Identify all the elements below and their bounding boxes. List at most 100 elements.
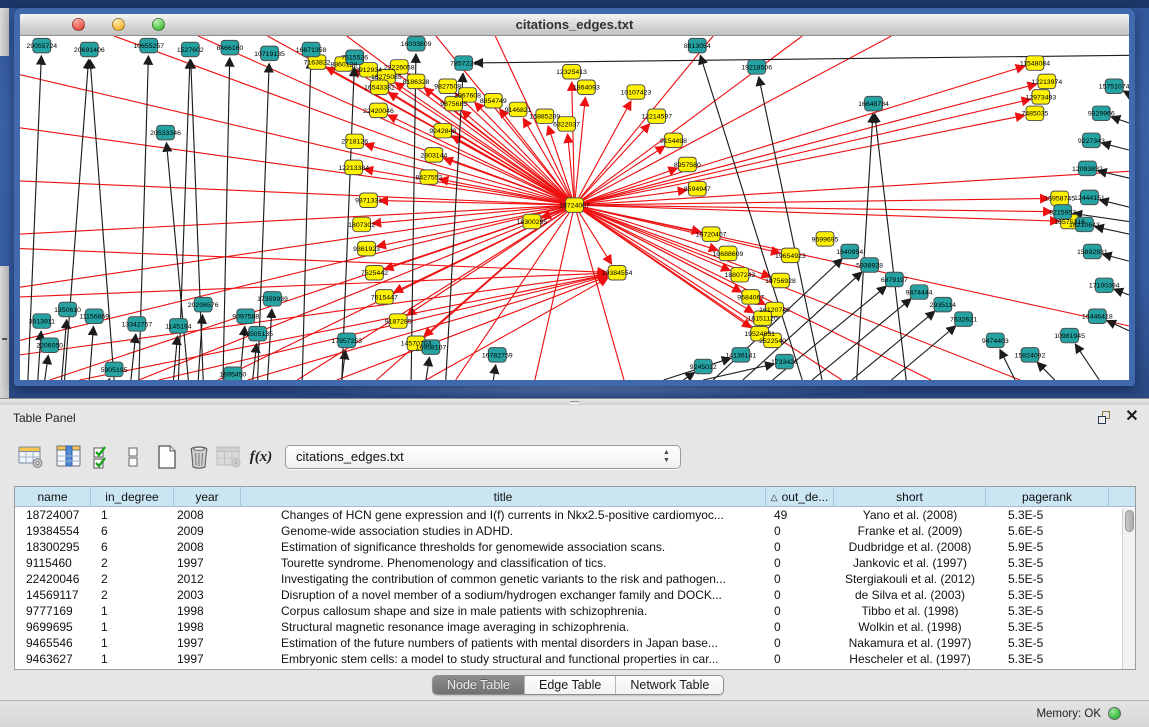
citation-edge-black[interactable] <box>45 355 49 380</box>
citation-edge-black[interactable] <box>1123 91 1129 94</box>
citation-edge-red[interactable] <box>575 205 1021 380</box>
citation-edge-black[interactable] <box>812 299 911 380</box>
column-header-pagerank[interactable]: pagerank <box>986 487 1109 507</box>
table-settings-button[interactable] <box>16 442 46 472</box>
memory-status-icon[interactable] <box>1108 707 1121 720</box>
network-node-label: 7163822 <box>304 60 331 67</box>
network-canvas[interactable]: 1872400718300295193845547163822886012889… <box>20 36 1129 380</box>
citation-edge-black[interactable] <box>166 143 188 380</box>
cell-name: 22420046 <box>15 571 91 587</box>
select-column-button[interactable] <box>54 442 84 472</box>
column-header-label: name <box>37 490 67 504</box>
tab-edge-table[interactable]: Edge Table <box>525 676 616 695</box>
column-header-title[interactable]: title <box>241 487 766 507</box>
column-header-in_degree[interactable]: in_degree <box>91 487 174 507</box>
network-node-label: 10688609 <box>713 251 744 258</box>
network-node-label: 9242848 <box>429 128 456 135</box>
close-panel-icon[interactable]: ✕ <box>1124 409 1140 425</box>
table-row[interactable]: 1830029562008Estimation of significance … <box>15 539 1135 555</box>
column-header-out_degree[interactable]: △out_de... <box>766 487 834 507</box>
citation-edge-black[interactable] <box>90 60 114 380</box>
citation-edge-black[interactable] <box>1114 289 1129 295</box>
float-panel-icon[interactable] <box>1098 411 1113 425</box>
network-window-title: citations_edges.txt <box>20 17 1129 32</box>
table-row[interactable]: 946554611997Estimation of the future num… <box>15 635 1135 651</box>
tab-network-table[interactable]: Network Table <box>616 676 723 695</box>
network-window-titlebar[interactable]: citations_edges.txt <box>20 14 1129 36</box>
citation-edge-black[interactable] <box>493 365 495 380</box>
cell-name: 18300295 <box>15 539 91 555</box>
network-node-label: 5905195 <box>101 367 128 374</box>
citation-edge-red[interactable] <box>575 84 1037 205</box>
citation-edge-black[interactable] <box>852 311 935 380</box>
table-row[interactable]: 969969511998Structural magnetic resonanc… <box>15 619 1135 635</box>
panel-splitter[interactable] <box>0 398 1149 405</box>
citation-edge-black[interactable] <box>62 320 67 380</box>
network-node-label: 9187285 <box>385 319 412 326</box>
network-node-label: 8957580 <box>674 162 701 169</box>
network-node-label: 18275085 <box>371 74 402 81</box>
clear-selection-button[interactable] <box>118 442 148 472</box>
column-header-label: pagerank <box>1022 490 1072 504</box>
network-node-label: 19384554 <box>602 270 633 277</box>
citation-edge-black[interactable] <box>426 357 429 380</box>
citation-edge-red[interactable] <box>575 205 1060 221</box>
citation-edge-black[interactable] <box>1037 362 1055 380</box>
table-row[interactable]: 946362711997Embryonic stem cells: a mode… <box>15 651 1135 667</box>
citation-edge-red[interactable] <box>248 276 607 380</box>
citation-edge-black[interactable] <box>28 56 41 380</box>
table-row[interactable]: 1938455462009Genome-wide association stu… <box>15 523 1135 539</box>
new-table-button[interactable] <box>152 442 182 472</box>
table-scrollbar-thumb[interactable] <box>1125 510 1134 532</box>
citation-edge-black[interactable] <box>109 379 110 380</box>
table-scrollbar[interactable] <box>1122 508 1135 670</box>
cell-short: Yano et al. (2008) <box>834 507 986 523</box>
citation-edge-black[interactable] <box>131 334 136 380</box>
network-node-label: 12213384 <box>338 165 369 172</box>
table-selector-dropdown[interactable]: citations_edges.txt ▲▼ <box>285 445 681 469</box>
citation-edge-black[interactable] <box>1075 344 1099 380</box>
citation-edge-black[interactable] <box>173 336 177 380</box>
citation-edge-black[interactable] <box>302 60 311 380</box>
citation-edge-black[interactable] <box>875 114 906 380</box>
table-row[interactable]: 977716911998Corpus callosum shape and si… <box>15 603 1135 619</box>
network-node-label: 9227343 <box>1078 138 1105 145</box>
citation-edge-black[interactable] <box>1101 143 1129 150</box>
cell-pagerank: 5.3E-5 <box>986 619 1109 635</box>
tab-node-table[interactable]: Node Table <box>433 676 525 695</box>
table-selector-value: citations_edges.txt <box>296 449 404 464</box>
column-header-short[interactable]: short <box>834 487 986 507</box>
citation-edge-black[interactable] <box>268 309 272 380</box>
table-row[interactable]: 2242004622012Investigating the contribut… <box>15 571 1135 587</box>
citation-edge-red[interactable] <box>575 205 1053 212</box>
network-node-label: 2718126 <box>341 139 368 146</box>
function-builder-button[interactable]: f(x) <box>246 442 276 472</box>
citation-edge-red[interactable] <box>535 205 575 380</box>
citation-edge-red[interactable] <box>575 205 719 250</box>
table-row[interactable]: 1456911722003Disruption of a novel membe… <box>15 587 1135 603</box>
select-rows-button[interactable] <box>88 442 118 472</box>
sort-ascending-icon: △ <box>771 492 778 503</box>
citation-edge-red[interactable] <box>575 205 1130 326</box>
citation-edge-red[interactable] <box>575 198 1050 205</box>
citation-edge-black[interactable] <box>89 326 93 380</box>
cell-out_degree: 0 <box>766 587 834 603</box>
network-node-label: 12325413 <box>556 69 587 76</box>
delete-entry-button[interactable] <box>184 442 214 472</box>
citation-edge-black[interactable] <box>223 58 230 380</box>
table-row[interactable]: 911546021997Tourette syndrome. Phenomeno… <box>15 555 1135 571</box>
citation-edge-red[interactable] <box>79 275 606 380</box>
column-header-name[interactable]: name <box>15 487 91 507</box>
table-row[interactable]: 1872400712008Changes of HCN gene express… <box>15 507 1135 523</box>
network-node-label: 13342757 <box>121 321 152 328</box>
network-node-label: 1864093 <box>573 85 600 92</box>
network-node-label: 8186328 <box>403 79 430 86</box>
citation-edge-black[interactable] <box>38 331 41 380</box>
cell-out_degree: 0 <box>766 555 834 571</box>
cell-short: Hescheler et al. (1997) <box>834 651 986 667</box>
column-header-year[interactable]: year <box>174 487 241 507</box>
citation-edge-black[interactable] <box>65 60 89 380</box>
citation-edge-red[interactable] <box>198 36 574 205</box>
network-node-label: 5938928 <box>856 262 883 269</box>
table-panel: Table Panel ✕ <box>0 398 1149 727</box>
